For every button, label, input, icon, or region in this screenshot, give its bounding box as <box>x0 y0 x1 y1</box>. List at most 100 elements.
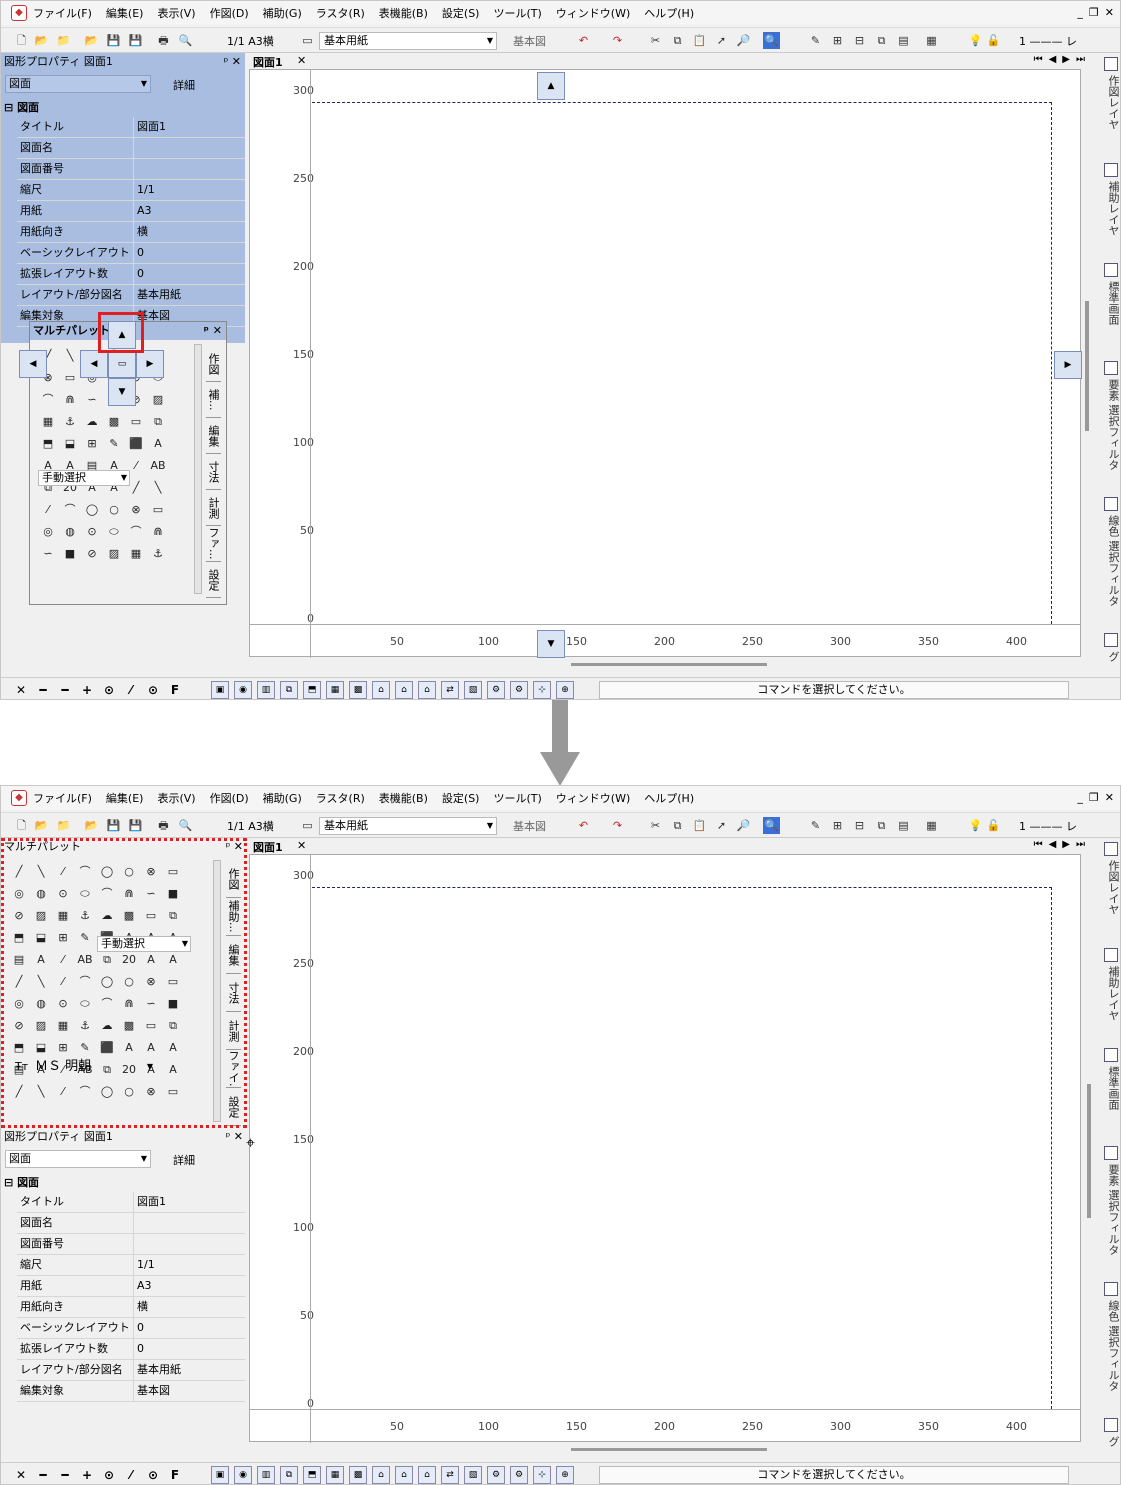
status-tool-icon[interactable]: ⌂ <box>395 1466 413 1484</box>
property-group[interactable]: ⊟ 図面 <box>4 99 39 115</box>
palette-tool-icon[interactable]: ◍ <box>62 524 78 540</box>
property-value[interactable]: 0 <box>133 1339 245 1359</box>
lock-icon[interactable]: 🔓 <box>985 32 1002 49</box>
status-tool-icon[interactable]: ▩ <box>349 681 367 699</box>
palette-tool-icon[interactable]: ∽ <box>40 546 56 562</box>
paste-icon[interactable]: 📋 <box>691 32 708 49</box>
status-tool-icon[interactable]: ⌂ <box>418 681 436 699</box>
undo-icon[interactable]: ↶ <box>575 32 592 49</box>
palette-tool-icon[interactable]: ▭ <box>62 370 78 386</box>
print-icon[interactable]: 🖶 <box>155 817 172 834</box>
save-as-icon[interactable]: 💾 <box>127 32 144 49</box>
lock-icon[interactable]: 🔓 <box>985 817 1002 834</box>
print-preview-icon[interactable]: 🔍 <box>177 817 194 834</box>
line-style-label[interactable]: 1 ——— レ <box>1019 818 1077 834</box>
menu-view[interactable]: 表示(V) <box>157 790 195 806</box>
snap-mode-icon[interactable]: ⊙ <box>101 1467 117 1483</box>
open-alt-icon[interactable]: 📂 <box>83 32 100 49</box>
close-icon[interactable]: ✕ <box>1105 791 1114 804</box>
horizontal-scrollbar[interactable] <box>571 1448 767 1451</box>
property-row[interactable]: タイトル 図面1 <box>17 1192 245 1213</box>
copy-icon[interactable]: ⧉ <box>669 817 686 834</box>
redo-icon[interactable]: ↷ <box>609 32 626 49</box>
save-as-icon[interactable]: 💾 <box>127 817 144 834</box>
property-value[interactable]: A3 <box>133 1276 245 1296</box>
snap-mode-icon[interactable]: ⊙ <box>145 1467 161 1483</box>
palette-tool-icon[interactable]: AB <box>150 458 166 474</box>
property-value[interactable]: 0 <box>133 264 245 284</box>
palette-tab[interactable]: 計測 <box>206 490 221 526</box>
snap-mode-icon[interactable]: ━ <box>57 682 73 698</box>
vertical-scrollbar[interactable] <box>1087 1084 1091 1218</box>
snap-mode-icon[interactable]: ━ <box>57 1467 73 1483</box>
vertical-scrollbar[interactable] <box>1085 301 1089 431</box>
property-value[interactable]: 基本用紙 <box>133 285 245 305</box>
palette-tool-icon[interactable]: A <box>150 436 166 452</box>
palette-tool-icon[interactable]: ╲ <box>62 348 78 364</box>
tab-nav-icons[interactable]: ⏮◀▶⏭ <box>1034 54 1091 65</box>
dock-center-right-icon[interactable]: ▶ <box>136 350 164 378</box>
menu-file[interactable]: ファイル(F) <box>33 790 92 806</box>
save-icon[interactable]: 💾 <box>105 817 122 834</box>
snap-mode-icon[interactable]: F <box>167 682 183 698</box>
detail-button[interactable]: 詳細 <box>173 77 195 93</box>
copy-icon[interactable]: ⧉ <box>669 32 686 49</box>
palette-tool-icon[interactable]: ▦ <box>40 414 56 430</box>
open-folder-icon[interactable]: 📂 <box>33 817 50 834</box>
palette-tool-icon[interactable]: ⁄ <box>128 458 144 474</box>
status-tool-icon[interactable]: ⌂ <box>418 1466 436 1484</box>
find-icon[interactable]: 🔍 <box>763 32 780 49</box>
right-tab[interactable]: 作図レイヤ <box>1101 75 1120 130</box>
horizontal-scrollbar[interactable] <box>571 663 767 666</box>
paste-icon[interactable]: 📋 <box>691 817 708 834</box>
property-value[interactable]: 1/1 <box>133 180 245 200</box>
palette-tool-icon[interactable]: ⬛ <box>128 436 144 452</box>
property-value[interactable]: A3 <box>133 201 245 221</box>
palette-tool-icon[interactable]: ⁄ <box>40 502 56 518</box>
property-row[interactable]: レイアウト/部分図名 基本用紙 <box>17 285 245 306</box>
pen-icon[interactable]: ✎ <box>807 32 824 49</box>
right-tab[interactable]: グ <box>1101 1436 1120 1447</box>
menu-edit[interactable]: 編集(E) <box>106 790 144 806</box>
open-folder-icon[interactable]: 📂 <box>33 32 50 49</box>
menu-help[interactable]: ヘルプ(H) <box>644 790 694 806</box>
status-tool-icon[interactable]: ⚙ <box>487 681 505 699</box>
menu-table[interactable]: 表機能(B) <box>379 790 428 806</box>
snap-mode-icon[interactable]: ⊙ <box>101 682 117 698</box>
property-value[interactable]: 横 <box>133 1297 245 1317</box>
palette-tool-icon[interactable]: ⚓ <box>62 414 78 430</box>
palette-tool-icon[interactable]: ▨ <box>150 392 166 408</box>
snap-mode-icon[interactable]: ⁄ <box>123 1467 139 1483</box>
menu-tools[interactable]: ツール(T) <box>493 5 541 21</box>
property-value[interactable]: 0 <box>133 1318 245 1338</box>
palette-tool-icon[interactable]: ⚓ <box>150 546 166 562</box>
save-icon[interactable]: 💾 <box>105 32 122 49</box>
select-mode-combo[interactable]: 手動選択 ▼ <box>38 470 130 486</box>
palette-tool-icon[interactable]: ⊙ <box>84 524 100 540</box>
snap-mode-icon[interactable]: + <box>79 1467 95 1483</box>
collapse-icon[interactable]: ⊟ <box>4 101 13 114</box>
snap-mode-icon[interactable]: ⊙ <box>145 682 161 698</box>
right-tab[interactable]: 要素 選択フィルタ <box>1101 1164 1120 1256</box>
minimize-icon[interactable]: _ <box>1077 6 1083 19</box>
document-tab[interactable]: 図面1 <box>253 839 283 855</box>
palette-tab[interactable]: ファ... <box>206 526 221 562</box>
palette-tool-icon[interactable]: ▦ <box>128 546 144 562</box>
tab-nav-icons[interactable]: ⏮◀▶⏭ <box>1034 839 1091 850</box>
light-bulb-icon[interactable]: 💡 <box>967 32 984 49</box>
snap-mode-icon[interactable]: ━ <box>35 682 51 698</box>
menu-view[interactable]: 表示(V) <box>157 5 195 21</box>
palette-tool-icon[interactable]: ▭ <box>128 414 144 430</box>
palette-tool-icon[interactable]: ╱ <box>128 480 144 496</box>
status-tool-icon[interactable]: ⧉ <box>280 681 298 699</box>
palette-tool-icon[interactable]: ⬓ <box>62 436 78 452</box>
palette-tool-icon[interactable]: ○ <box>106 502 122 518</box>
menu-settings[interactable]: 設定(S) <box>442 5 480 21</box>
property-row[interactable]: ベーシックレイアウト数 0 <box>17 1318 245 1339</box>
status-tool-icon[interactable]: ⇄ <box>441 1466 459 1484</box>
redo-icon[interactable]: ↷ <box>609 817 626 834</box>
palette-tool-icon[interactable]: ╲ <box>150 480 166 496</box>
status-tool-icon[interactable]: ▦ <box>326 681 344 699</box>
dock-left-guide[interactable]: ◀ <box>19 350 47 378</box>
right-tab[interactable]: 補助レイヤ <box>1101 966 1120 1021</box>
